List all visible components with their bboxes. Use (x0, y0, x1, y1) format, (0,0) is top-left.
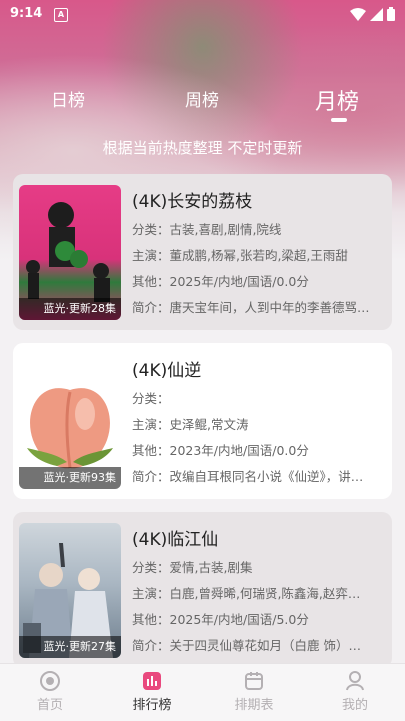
item-cast: 主演：白鹿,曾舜晞,何瑞贤,陈鑫海,赵弈… (132, 586, 361, 601)
nav-schedule-label: 排期表 (234, 698, 274, 713)
nav-home[interactable]: 首页 (15, 670, 85, 713)
tab-monthly[interactable]: 月榜 (315, 84, 359, 116)
wifi-icon (350, 7, 366, 21)
update-badge: 蓝光·更新93集 (19, 467, 121, 489)
item-title: (4K)临江仙 (132, 530, 219, 550)
status-icons (350, 7, 395, 21)
item-title: (4K)长安的荔枝 (132, 192, 253, 212)
tab-daily[interactable]: 日榜 (51, 86, 85, 111)
nav-ranking-label: 排行榜 (132, 698, 172, 713)
poster-image[interactable]: 蓝光·更新93集 (19, 354, 121, 489)
list-item[interactable]: 蓝光·更新28集 (4K)长安的荔枝 分类：古装,喜剧,剧情,院线 主演：董成鹏… (13, 174, 392, 330)
item-intro: 简介：唐天宝年间，人到中年的李善德骂… (132, 300, 370, 315)
item-cast: 主演：董成鹏,杨幂,张若昀,梁超,王雨甜 (132, 248, 348, 263)
poster-image[interactable]: 蓝光·更新28集 (19, 185, 121, 320)
battery-icon (387, 7, 395, 21)
item-other: 其他：2025年/内地/国语/0.0分 (132, 274, 309, 289)
home-icon (40, 671, 60, 691)
ranking-icon (143, 672, 161, 690)
active-tab-indicator (331, 118, 347, 122)
ranking-subtitle: 根据当前热度整理 不定时更新 (102, 139, 303, 157)
nav-profile-label: 我的 (341, 698, 368, 713)
status-bar: 9:14 A (0, 0, 405, 30)
update-badge: 蓝光·更新28集 (19, 298, 121, 320)
item-category: 分类： (132, 391, 170, 406)
item-category: 分类：古装,喜剧,剧情,院线 (132, 222, 282, 237)
item-cast: 主演：史泽鲲,常文涛 (132, 417, 249, 432)
item-title: (4K)仙逆 (132, 361, 202, 381)
tab-weekly[interactable]: 周榜 (185, 86, 219, 111)
profile-icon (346, 671, 364, 691)
item-other: 其他：2023年/内地/国语/0.0分 (132, 443, 309, 458)
poster-image[interactable]: 蓝光·更新27集 (19, 523, 121, 658)
status-time: 9:14 (10, 6, 43, 21)
nav-ranking[interactable]: 排行榜 (117, 670, 187, 713)
nav-schedule[interactable]: 排期表 (219, 670, 289, 713)
notification-app-icon: A (54, 8, 68, 22)
item-other: 其他：2025年/内地/国语/5.0分 (132, 612, 309, 627)
item-category: 分类：爱情,古装,剧集 (132, 560, 253, 575)
list-item[interactable]: 蓝光·更新93集 (4K)仙逆 分类： 主演：史泽鲲,常文涛 其他：2023年/… (13, 343, 392, 499)
item-intro: 简介：改编自耳根同名小说《仙逆》，讲… (132, 469, 364, 484)
calendar-icon (245, 672, 263, 690)
update-badge: 蓝光·更新27集 (19, 636, 121, 658)
nav-profile[interactable]: 我的 (320, 670, 390, 713)
bottom-navigation: 首页 排行榜 排期表 我的 (0, 663, 405, 721)
signal-icon (370, 7, 383, 21)
list-item[interactable]: 蓝光·更新27集 (4K)临江仙 分类：爱情,古装,剧集 主演：白鹿,曾舜晞,何… (13, 512, 392, 668)
item-intro: 简介：关于四灵仙尊花如月（白鹿 饰）… (132, 638, 361, 653)
nav-home-label: 首页 (36, 698, 63, 713)
